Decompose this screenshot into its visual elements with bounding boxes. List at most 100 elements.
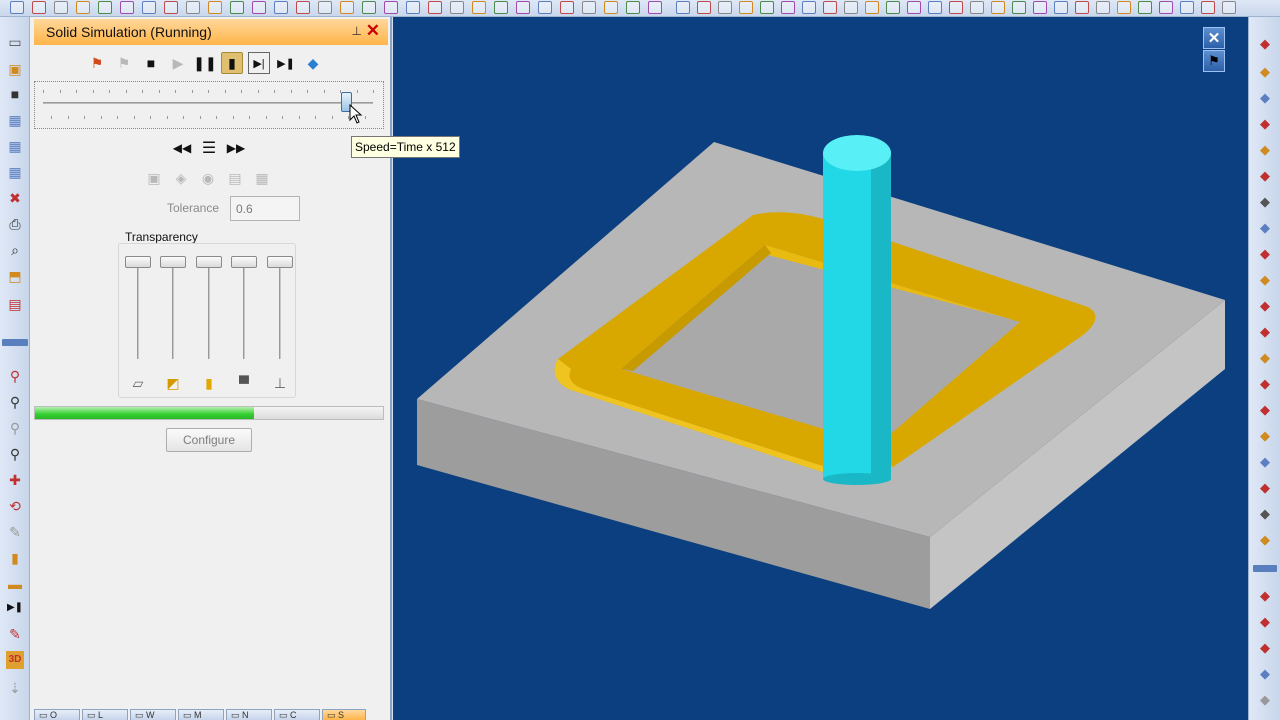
toolbar-button-icon[interactable] (1159, 1, 1173, 14)
toolbar-button-icon[interactable] (844, 1, 858, 14)
toolbar-button-icon[interactable] (538, 1, 552, 14)
toolbar-button-icon[interactable] (76, 1, 90, 14)
right-toolbar-icon[interactable]: ◆ (1257, 167, 1273, 183)
left-toolbar-icon[interactable]: ✎ (6, 625, 24, 643)
simulation-tool-icon[interactable]: ⚑ (1203, 50, 1225, 72)
right-toolbar-icon[interactable]: ◆ (1257, 453, 1273, 469)
left-toolbar-icon[interactable]: ✎ (6, 523, 24, 541)
toolbar-button-icon[interactable] (494, 1, 508, 14)
toolbar-button-icon[interactable] (274, 1, 288, 14)
toolbar-button-icon[interactable] (802, 1, 816, 14)
left-toolbar-icon[interactable]: ✖ (6, 189, 24, 207)
toolbar-button-icon[interactable] (142, 1, 156, 14)
left-toolbar-icon[interactable]: ⬒ (6, 267, 24, 285)
slider-thumb[interactable] (231, 256, 257, 268)
toolbar-button-icon[interactable] (32, 1, 46, 14)
arbor-transparency-slider[interactable] (267, 256, 293, 376)
toolbar-button-icon[interactable] (362, 1, 376, 14)
toolbar-button-icon[interactable] (384, 1, 398, 14)
toolbar-button-icon[interactable] (760, 1, 774, 14)
right-toolbar-icon[interactable]: ◆ (1257, 427, 1273, 443)
right-toolbar-icon[interactable]: ◆ (1257, 613, 1273, 629)
right-toolbar-icon[interactable]: ◆ (1257, 141, 1273, 157)
right-toolbar-icon[interactable]: ◆ (1257, 505, 1273, 521)
right-toolbar-icon[interactable]: ◆ (1257, 219, 1273, 235)
left-toolbar-icon[interactable]: ▦ (6, 137, 24, 155)
left-toolbar-icon[interactable]: ⚲ (6, 367, 24, 385)
toolbar-button-icon[interactable] (296, 1, 310, 14)
right-toolbar-icon[interactable]: ◆ (1257, 63, 1273, 79)
right-toolbar-icon[interactable]: ◆ (1257, 531, 1273, 547)
left-toolbar-icon[interactable]: ⟲ (6, 497, 24, 515)
fast-forward-icon[interactable]: ▶▶ (225, 137, 247, 159)
toolbar-button-icon[interactable] (252, 1, 266, 14)
slider-thumb[interactable] (196, 256, 222, 268)
toolbar-button-icon[interactable] (450, 1, 464, 14)
toolbar-button-icon[interactable] (697, 1, 711, 14)
toolbar-button-icon[interactable] (560, 1, 574, 14)
toolbar-button-icon[interactable] (472, 1, 486, 14)
left-toolbar-icon[interactable]: ▬ (6, 575, 24, 593)
bottom-tab[interactable]: ▭ L (82, 709, 128, 720)
toolbar-button-icon[interactable] (907, 1, 921, 14)
toolbar-button-icon[interactable] (1054, 1, 1068, 14)
toolbar-button-icon[interactable] (1117, 1, 1131, 14)
toolbar-button-icon[interactable] (928, 1, 942, 14)
right-toolbar-icon[interactable]: ◆ (1257, 245, 1273, 261)
slider-thumb[interactable] (160, 256, 186, 268)
pin-icon[interactable]: ⊥ (352, 24, 362, 38)
tool-display-icon[interactable]: ▮ (221, 52, 243, 74)
toolbar-button-icon[interactable] (1012, 1, 1026, 14)
right-toolbar-icon[interactable]: ◆ (1257, 375, 1273, 391)
tool-path-icon[interactable]: ⚑ (86, 52, 108, 74)
toolbar-button-icon[interactable] (626, 1, 640, 14)
right-toolbar-icon[interactable]: ◆ (1257, 665, 1273, 681)
stop-icon[interactable]: ■ (140, 52, 162, 74)
left-toolbar-icon[interactable]: ⌕ (6, 241, 24, 259)
toolbar-button-icon[interactable] (1201, 1, 1215, 14)
holder-transparency-slider[interactable] (231, 256, 257, 376)
bottom-tab[interactable]: ▭ C (274, 709, 320, 720)
toolbar-button-icon[interactable] (604, 1, 618, 14)
toolbar-button-icon[interactable] (823, 1, 837, 14)
step-to-next-icon[interactable]: ▶❚ (275, 52, 297, 74)
left-toolbar-icon[interactable]: ▮ (6, 549, 24, 567)
left-toolbar-icon[interactable]: ⎙ (6, 215, 24, 233)
fixture-transparency-slider[interactable] (160, 256, 186, 376)
rewind-icon[interactable]: ◀◀ (171, 137, 193, 159)
left-toolbar-icon[interactable]: ✚ (6, 471, 24, 489)
slider-thumb[interactable] (125, 256, 151, 268)
slider-thumb[interactable] (267, 256, 293, 268)
toolbar-button-icon[interactable] (98, 1, 112, 14)
configure-button[interactable]: Configure (166, 428, 252, 452)
left-toolbar-icon[interactable]: ▣ (6, 60, 24, 78)
toolbar-button-icon[interactable] (781, 1, 795, 14)
tool-transparency-slider[interactable] (196, 256, 222, 376)
pause-icon[interactable]: ❚❚ (193, 52, 216, 74)
speed-slider[interactable] (34, 81, 384, 129)
stop-square-icon[interactable]: ☰ (198, 137, 220, 159)
right-toolbar-icon[interactable]: ◆ (1257, 639, 1273, 655)
toolbar-button-icon[interactable] (164, 1, 178, 14)
toolbar-button-icon[interactable] (428, 1, 442, 14)
panel-title-bar[interactable]: Solid Simulation (Running) ⊥ ✕ (34, 19, 388, 45)
color-icon[interactable]: ◆ (302, 52, 324, 74)
toolbar-button-icon[interactable] (120, 1, 134, 14)
toolbar-button-icon[interactable] (676, 1, 690, 14)
bottom-tab[interactable]: ▭ M (178, 709, 224, 720)
viewport-close-icon[interactable]: ✕ (1203, 27, 1225, 49)
tolerance-input[interactable] (230, 196, 300, 221)
toolbar-button-icon[interactable] (230, 1, 244, 14)
toolbar-button-icon[interactable] (991, 1, 1005, 14)
toolbar-button-icon[interactable] (186, 1, 200, 14)
toolbar-button-icon[interactable] (886, 1, 900, 14)
bottom-tab[interactable]: ▭ S (322, 709, 366, 720)
toolbar-button-icon[interactable] (208, 1, 222, 14)
toolbar-button-icon[interactable] (54, 1, 68, 14)
right-toolbar-icon[interactable]: ◆ (1257, 35, 1273, 51)
right-toolbar-icon[interactable]: ◆ (1257, 587, 1273, 603)
left-toolbar-icon[interactable]: ⚲ (6, 445, 24, 463)
toolbar-button-icon[interactable] (739, 1, 753, 14)
toolbar-button-icon[interactable] (1075, 1, 1089, 14)
toolbar-button-icon[interactable] (865, 1, 879, 14)
